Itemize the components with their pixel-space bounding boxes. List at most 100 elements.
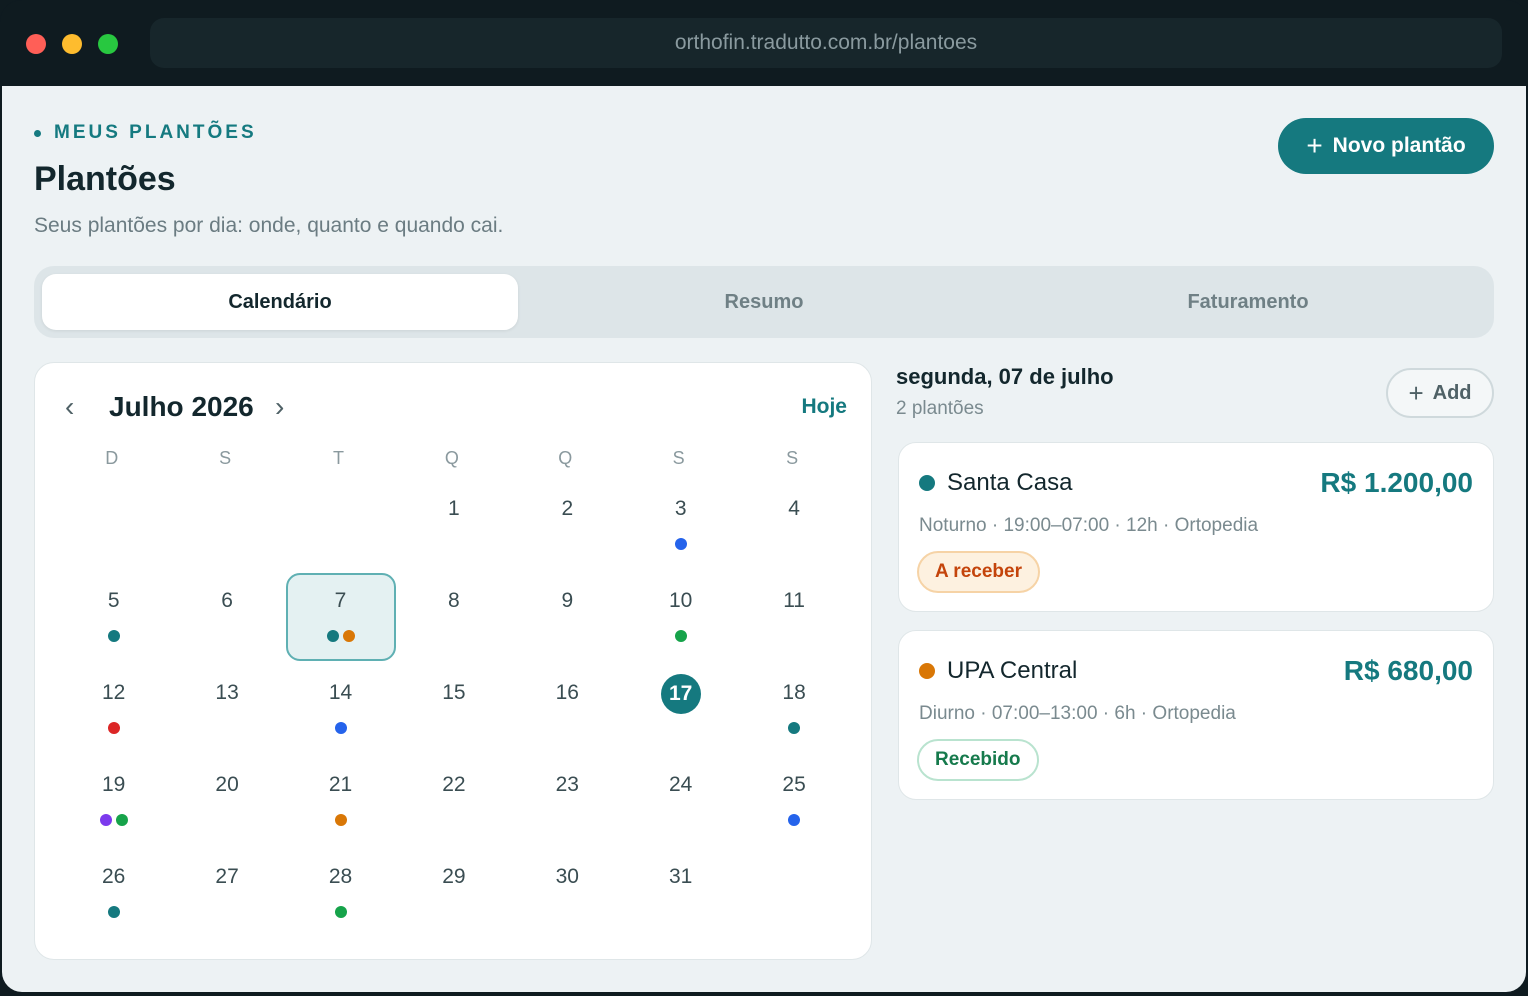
calendar-day[interactable]: 18: [741, 667, 847, 753]
tab-calendario[interactable]: Calendário: [42, 274, 518, 330]
calendar-day[interactable]: 17: [628, 667, 734, 753]
calendar-day-number: 12: [102, 681, 126, 704]
weekday-header: D: [105, 448, 119, 468]
page-title: Plantões: [34, 160, 176, 198]
calendar-day-number: 11: [783, 589, 805, 612]
shift-color-dot-icon: [919, 663, 935, 679]
calendar-day[interactable]: 3: [628, 483, 734, 569]
weekday-header: Q: [558, 448, 573, 468]
calendar-day[interactable]: 11: [741, 575, 847, 661]
calendar-day[interactable]: 14: [288, 667, 394, 753]
calendar-day[interactable]: 20: [174, 759, 280, 845]
calendar-day[interactable]: 13: [174, 667, 280, 753]
calendar-day-number: 28: [328, 865, 353, 888]
address-bar[interactable]: orthofin.tradutto.com.br/plantoes: [150, 18, 1502, 68]
calendar-day[interactable]: 7: [285, 573, 396, 661]
calendar-day[interactable]: 10: [628, 575, 734, 661]
eyebrow-dot-icon: [34, 129, 41, 137]
new-shift-button[interactable]: + Novo plantão: [1278, 118, 1494, 174]
calendar-day[interactable]: 30: [514, 851, 620, 937]
calendar-day[interactable]: 28: [288, 851, 394, 937]
calendar-day-number: 20: [215, 773, 239, 796]
chevron-left-icon[interactable]: ‹: [65, 393, 74, 421]
calendar-day-number: 18: [782, 681, 806, 704]
weekday-header: S: [786, 448, 799, 468]
minimize-window-button[interactable]: [62, 34, 82, 54]
today-button[interactable]: Hoje: [801, 395, 847, 419]
event-dots: [61, 906, 167, 918]
calendar-day-number: 26: [102, 865, 126, 888]
calendar-day[interactable]: 29: [401, 851, 507, 937]
calendar-day-number: 29: [442, 865, 466, 888]
calendar-day-number: 5: [107, 589, 120, 612]
calendar-day[interactable]: 22: [401, 759, 507, 845]
calendar-day[interactable]: 24: [628, 759, 734, 845]
calendar-day[interactable]: 23: [514, 759, 620, 845]
event-dot-icon: [115, 814, 128, 826]
section-eyebrow: MEUS PLANTÕES: [34, 122, 257, 144]
calendar-day-number: 31: [669, 865, 693, 888]
calendar-day-number: 19: [102, 773, 126, 796]
calendar-day-number: 1: [448, 497, 460, 520]
calendar-day-number: 25: [782, 773, 806, 796]
calendar-day-number: 23: [555, 773, 579, 796]
weekday-header: S: [672, 448, 685, 468]
browser-window: orthofin.tradutto.com.br/plantoes MEUS P…: [0, 0, 1528, 996]
calendar-day-number: 2: [561, 497, 574, 520]
calendar-day[interactable]: 31: [628, 851, 734, 937]
calendar-day[interactable]: 2: [514, 483, 620, 569]
shift-card[interactable]: UPA Central R$ 680,00 Diurno · 07:00–13:…: [898, 630, 1494, 800]
plus-icon: +: [1306, 130, 1323, 161]
event-dot-icon: [326, 630, 339, 642]
calendar-day-number: 13: [215, 681, 239, 704]
status-badge: A receber: [917, 551, 1040, 593]
weekday-header: T: [333, 448, 344, 468]
calendar-day[interactable]: 21: [288, 759, 394, 845]
status-badge: Recebido: [917, 739, 1039, 781]
event-dot-icon: [99, 814, 112, 826]
shift-value: R$ 1.200,00: [1320, 467, 1473, 498]
event-dot-icon: [674, 630, 687, 642]
tab-resumo[interactable]: Resumo: [526, 274, 1002, 330]
event-dots: [288, 722, 394, 734]
calendar-day-number: 16: [555, 681, 579, 704]
page-subtitle: Seus plantões por dia: onde, quanto e qu…: [34, 214, 504, 237]
event-dot-icon: [334, 906, 347, 918]
calendar-day[interactable]: 15: [401, 667, 507, 753]
calendar-day[interactable]: 19: [61, 759, 167, 845]
calendar-day-number: 3: [674, 497, 687, 520]
calendar-day-number: 24: [669, 773, 693, 796]
shift-color-dot-icon: [919, 475, 935, 491]
shift-place: Santa Casa: [947, 469, 1073, 496]
calendar-day[interactable]: 12: [61, 667, 167, 753]
calendar-day[interactable]: 5: [61, 575, 167, 661]
calendar-card: ‹ Julho 2026 › Hoje D S T Q Q S S 1 2 3 4 5 6 7 8 9 10 11…: [34, 362, 872, 960]
shift-card[interactable]: Santa Casa R$ 1.200,00 Noturno · 19:00–0…: [898, 442, 1494, 612]
calendar-day[interactable]: 9: [514, 575, 620, 661]
maximize-window-button[interactable]: [98, 34, 118, 54]
calendar-day[interactable]: 8: [401, 575, 507, 661]
close-window-button[interactable]: [26, 34, 46, 54]
event-dots: [61, 722, 167, 734]
chevron-right-icon[interactable]: ›: [275, 393, 284, 421]
calendar-day-number: 9: [561, 589, 574, 612]
calendar-day-number: 22: [442, 773, 466, 796]
event-dot-icon: [107, 906, 120, 918]
shift-detail: Noturno · 19:00–07:00 · 12h · Ortopedia: [919, 515, 1259, 536]
calendar-day-number: 21: [328, 773, 353, 796]
calendar-day[interactable]: 4: [741, 483, 847, 569]
event-dot-icon: [674, 538, 687, 550]
calendar-day[interactable]: 27: [174, 851, 280, 937]
add-shift-button[interactable]: + Add: [1386, 368, 1494, 418]
calendar-day[interactable]: 26: [61, 851, 167, 937]
page-content: MEUS PLANTÕES Plantões Seus plantões por…: [2, 86, 1526, 992]
calendar-day-number: 10: [669, 589, 693, 612]
calendar-day[interactable]: 16: [514, 667, 620, 753]
shift-value: R$ 680,00: [1343, 655, 1473, 686]
calendar-day[interactable]: 1: [401, 483, 507, 569]
calendar-day[interactable]: 6: [174, 575, 280, 661]
calendar-day[interactable]: 25: [741, 759, 847, 845]
event-dots: [61, 814, 167, 826]
calendar-day-number: 27: [215, 865, 239, 888]
tab-faturamento[interactable]: Faturamento: [1010, 274, 1486, 330]
